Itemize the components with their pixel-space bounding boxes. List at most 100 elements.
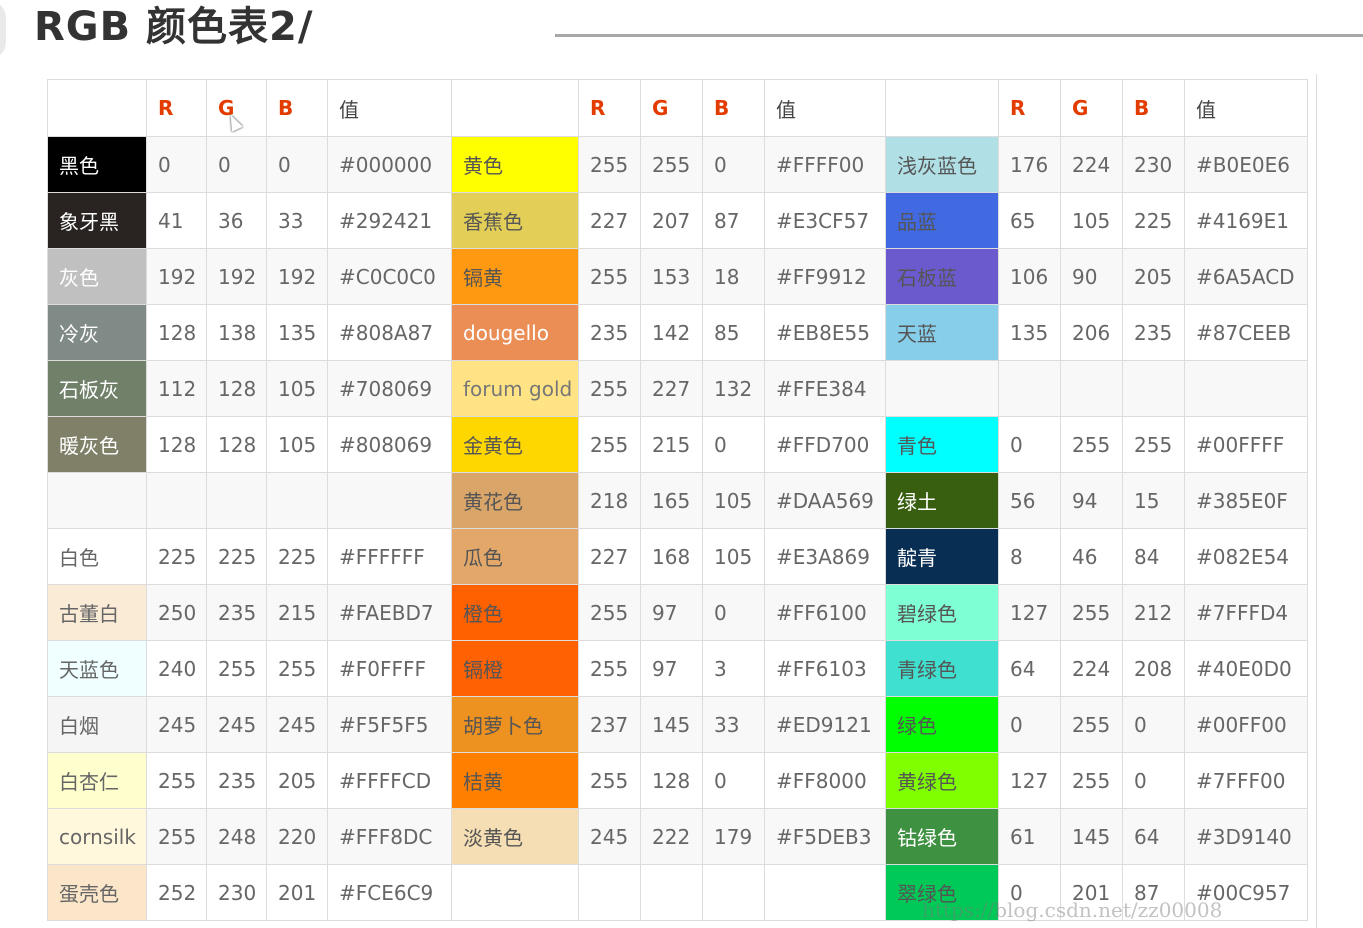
header-channel-cell: R	[578, 79, 641, 137]
hex-value-cell: #FFFFCD	[327, 752, 452, 809]
table-row: 古董白 250 235 215 #FAEBD7 橙色 255 97 0 #FF6100 碧绿色 127…	[47, 584, 1308, 641]
b-value-cell: 0	[702, 752, 765, 809]
color-swatch-cell: 暖灰色	[47, 416, 147, 473]
color-swatch-cell: 象牙黑	[47, 192, 147, 249]
g-value-cell: 128	[206, 416, 267, 473]
b-value-cell: 87	[702, 192, 765, 249]
r-value-cell: 0	[146, 136, 207, 193]
g-value-cell: 192	[206, 248, 267, 305]
hex-value-cell: #292421	[327, 192, 452, 249]
content-frame-line	[1316, 74, 1317, 928]
r-value-cell: 255	[578, 416, 641, 473]
color-swatch-cell: 古董白	[47, 584, 147, 641]
hex-value-cell: #FFF8DC	[327, 808, 452, 865]
r-value-cell: 0	[998, 416, 1061, 473]
b-value-cell: 84	[1122, 528, 1185, 585]
color-swatch-cell: 黄花色	[451, 472, 579, 529]
g-value-cell: 255	[1060, 696, 1123, 753]
r-value-cell: 127	[998, 584, 1061, 641]
hex-value-cell: #000000	[327, 136, 452, 193]
hex-value-cell: #ED9121	[764, 696, 886, 753]
g-value-cell: 255	[206, 640, 267, 697]
table-body: R G B 值 R G B 值 R G B 值黑色 0 0 0 #000000 黄色 255 255 0 #FFFF00…	[47, 79, 1308, 921]
hex-value-cell: #87CEEB	[1184, 304, 1308, 361]
r-value-cell: 0	[998, 696, 1061, 753]
b-value-cell: 212	[1122, 584, 1185, 641]
color-swatch-cell: 白杏仁	[47, 752, 147, 809]
r-value-cell: 255	[146, 808, 207, 865]
color-swatch-cell: 胡萝卜色	[451, 696, 579, 753]
hex-value-cell: #C0C0C0	[327, 248, 452, 305]
hex-value-cell: #7FFF00	[1184, 752, 1308, 809]
b-value-cell: 105	[702, 528, 765, 585]
hex-value-cell: #F0FFFF	[327, 640, 452, 697]
g-value-cell: 94	[1060, 472, 1123, 529]
g-value-cell: 145	[1060, 808, 1123, 865]
r-value-cell: 41	[146, 192, 207, 249]
r-value-cell: 65	[998, 192, 1061, 249]
b-value-cell: 18	[702, 248, 765, 305]
g-value-cell: 128	[640, 752, 703, 809]
hex-value-cell: #FF6103	[764, 640, 886, 697]
hex-value-cell: #00FFFF	[1184, 416, 1308, 473]
color-swatch-cell: 镉黄	[451, 248, 579, 305]
r-value-cell: 255	[578, 752, 641, 809]
color-swatch-cell: 白烟	[47, 696, 147, 753]
table-row: 天蓝色 240 255 255 #F0FFFF 镉橙 255 97 3 #FF6103 青绿色 64 2…	[47, 640, 1308, 697]
b-value-cell: 205	[266, 752, 328, 809]
color-swatch-cell: 白色	[47, 528, 147, 585]
hex-value-cell	[1184, 360, 1308, 417]
color-swatch-cell: 石板蓝	[885, 248, 999, 305]
header-value-cell: 值	[764, 79, 886, 137]
r-value-cell: 128	[146, 304, 207, 361]
b-value-cell: 0	[702, 416, 765, 473]
r-value-cell: 250	[146, 584, 207, 641]
color-swatch-cell: 绿土	[885, 472, 999, 529]
hex-value-cell: #FAEBD7	[327, 584, 452, 641]
table-row: 白杏仁 255 235 205 #FFFFCD 桔黄 255 128 0 #FF8000 黄绿色 12…	[47, 752, 1308, 809]
color-swatch-cell: 瓜色	[451, 528, 579, 585]
header-channel-cell: R	[146, 79, 207, 137]
table-row: cornsilk 255 248 220 #FFF8DC 淡黄色 245 222 179 #F5D…	[47, 808, 1308, 865]
color-swatch-cell: 青绿色	[885, 640, 999, 697]
color-swatch-cell: 橙色	[451, 584, 579, 641]
g-value-cell: 97	[640, 584, 703, 641]
r-value-cell: 235	[578, 304, 641, 361]
hex-value-cell: #808A87	[327, 304, 452, 361]
hex-value-cell: #DAA569	[764, 472, 886, 529]
color-swatch-cell: dougello	[451, 304, 579, 361]
color-swatch-cell: 黄绿色	[885, 752, 999, 809]
b-value-cell: 235	[1122, 304, 1185, 361]
r-value-cell: 237	[578, 696, 641, 753]
r-value-cell	[578, 864, 641, 921]
title-divider	[555, 34, 1363, 37]
r-value-cell: 218	[578, 472, 641, 529]
hex-value-cell: #FF8000	[764, 752, 886, 809]
color-swatch-cell: 蛋壳色	[47, 864, 147, 921]
g-value-cell: 230	[206, 864, 267, 921]
color-swatch-cell: 黑色	[47, 136, 147, 193]
hex-value-cell: #E3A869	[764, 528, 886, 585]
b-value-cell	[702, 864, 765, 921]
r-value-cell	[146, 472, 207, 529]
b-value-cell: 64	[1122, 808, 1185, 865]
hex-value-cell: #FFFF00	[764, 136, 886, 193]
header-channel-cell: G	[1060, 79, 1123, 137]
g-value-cell: 227	[640, 360, 703, 417]
g-value-cell: 248	[206, 808, 267, 865]
r-value-cell: 135	[998, 304, 1061, 361]
g-value-cell	[206, 472, 267, 529]
g-value-cell: 255	[1060, 416, 1123, 473]
b-value-cell: 230	[1122, 136, 1185, 193]
g-value-cell: 224	[1060, 136, 1123, 193]
hex-value-cell: #FF9912	[764, 248, 886, 305]
r-value-cell: 56	[998, 472, 1061, 529]
table-row: 冷灰 128 138 135 #808A87 dougello 235 142 85 #EB8E5…	[47, 304, 1308, 361]
r-value-cell: 245	[578, 808, 641, 865]
color-swatch-cell: 品蓝	[885, 192, 999, 249]
b-value-cell: 15	[1122, 472, 1185, 529]
color-swatch-cell: 天蓝	[885, 304, 999, 361]
g-value-cell: 138	[206, 304, 267, 361]
color-swatch-cell: 冷灰	[47, 304, 147, 361]
g-value-cell: 255	[640, 136, 703, 193]
